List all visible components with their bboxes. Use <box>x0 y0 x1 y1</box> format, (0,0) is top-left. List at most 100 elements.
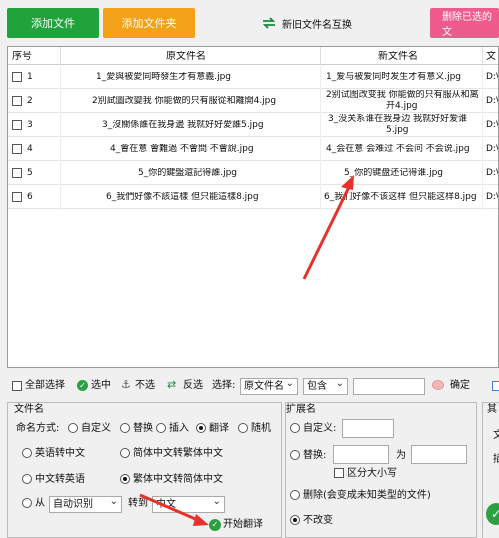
other-item-1[interactable]: 文 <box>493 429 499 443</box>
op-select[interactable]: 包含 <box>303 376 348 395</box>
confirm-icon[interactable] <box>432 380 444 390</box>
filename-panel-title: 文件名 <box>14 404 44 415</box>
filename-panel: 文件名 命名方式: 自定义 替换 插入 翻译 随机 英语转中文 简体中文转繁体中… <box>7 402 282 538</box>
row-checkbox[interactable] <box>12 72 22 82</box>
confirm-button[interactable]: 确定 <box>450 379 470 393</box>
add-folder-label: 添加文件夹 <box>121 17 177 30</box>
table-row[interactable]: 4 4_會在意 會難過 不會問 不會說.jpg 4_会在意 会难过 不会问 不会… <box>8 137 499 161</box>
table-row[interactable]: 6 6_我們好像不該這樣 但只能這樣8.jpg 6_我们好像不该这样 但只能这样… <box>8 185 499 209</box>
opt-from[interactable]: 从 <box>22 497 45 511</box>
delete-selected-button[interactable]: 删除已选的文 <box>430 8 499 38</box>
start-icon[interactable]: ✓ <box>209 519 221 531</box>
mode-replace[interactable]: 替换 <box>120 422 153 436</box>
run-icon[interactable]: ✓ <box>486 503 499 525</box>
opt-trad-to-simp-radio[interactable] <box>120 474 130 484</box>
mode-custom-radio[interactable] <box>68 423 78 433</box>
row-checkbox[interactable] <box>12 144 22 154</box>
ext-replace[interactable]: 替换: <box>290 449 326 463</box>
ext-unchanged[interactable]: 不改变 <box>290 514 333 528</box>
header-path: 文 <box>486 51 496 62</box>
filter-input[interactable] <box>353 378 425 395</box>
add-file-button[interactable]: 添加文件 <box>7 8 99 38</box>
start-translate-button[interactable]: 开始翻译 <box>223 518 263 532</box>
row-num: 1 <box>27 72 33 82</box>
mode-custom[interactable]: 自定义 <box>68 422 111 436</box>
row-new: 2别试图改变我 你能做的只有服从和离 <box>326 90 479 100</box>
select-all-checkbox[interactable] <box>12 381 22 391</box>
mode-translate[interactable]: 翻译 <box>196 422 229 436</box>
row-new-line2: 5.jpg <box>386 125 409 135</box>
other-item-2[interactable]: 插 <box>493 453 499 467</box>
mode-insert[interactable]: 插入 <box>156 422 189 436</box>
ext-custom[interactable]: 自定义: <box>290 422 336 436</box>
table-row[interactable]: 2 2別試圖改變我 你能做的只有服從和離開4.jpg 2别试图改变我 你能做的只… <box>8 89 498 113</box>
select-all-label[interactable]: 全部选择 <box>25 379 65 393</box>
mode-replace-radio[interactable] <box>120 423 130 433</box>
field-select[interactable]: 原文件名 <box>240 376 298 395</box>
anchor-icon[interactable]: ⚓ <box>121 378 131 391</box>
row-new: 5_你的键盘还记得谁.jpg <box>344 168 444 178</box>
invert-icon[interactable]: ⇄ <box>167 378 176 391</box>
add-folder-button[interactable]: 添加文件夹 <box>103 8 195 38</box>
row-checkbox[interactable] <box>12 96 22 106</box>
row-original: 1_愛與被愛同時發生才有意義.jpg <box>96 72 232 82</box>
row-checkbox[interactable] <box>12 192 22 202</box>
to-language-select[interactable]: 中文 <box>152 494 225 513</box>
header-num: 序号 <box>12 51 32 62</box>
mode-insert-radio[interactable] <box>156 423 166 433</box>
row-path: D:\ <box>486 72 499 82</box>
ext-case-checkbox[interactable] <box>334 468 344 478</box>
row-num: 3 <box>27 120 33 130</box>
table-row[interactable]: 5 5_你的鍵盤還記得誰.jpg 5_你的键盘还记得谁.jpg D:\ <box>8 161 499 185</box>
header-new: 新文件名 <box>378 51 418 62</box>
from-language-select[interactable]: 自动识别 <box>49 494 122 513</box>
row-path: D:\ <box>486 168 499 178</box>
row-new: 1_爱与被爱同时发生才有意义.jpg <box>326 72 462 82</box>
mode-random-radio[interactable] <box>238 423 248 433</box>
opt-en-to-zh[interactable]: 英语转中文 <box>22 447 85 461</box>
opt-en-to-zh-radio[interactable] <box>22 448 32 458</box>
row-path: D:\ <box>486 144 499 154</box>
check-button[interactable]: 选中 <box>91 379 111 393</box>
opt-trad-to-simp[interactable]: 繁体中文转简体中文 <box>120 473 223 487</box>
row-checkbox[interactable] <box>12 168 22 178</box>
ext-replace-radio[interactable] <box>290 450 300 460</box>
ext-unchanged-radio[interactable] <box>290 515 300 525</box>
opt-simp-to-trad[interactable]: 简体中文转繁体中文 <box>120 447 223 461</box>
row-original: 2別試圖改變我 你能做的只有服從和離開4.jpg <box>92 96 277 106</box>
select-label: 选择: <box>212 380 236 391</box>
header-original: 原文件名 <box>166 51 206 62</box>
mode-random[interactable]: 随机 <box>238 422 271 436</box>
ext-panel-title: 扩展名 <box>286 404 316 415</box>
row-original: 4_會在意 會難過 不會問 不會說.jpg <box>110 144 254 154</box>
opt-from-radio[interactable] <box>22 498 32 508</box>
check-icon[interactable]: ✓ <box>77 380 88 391</box>
swap-names-button[interactable]: 新旧文件名互换 <box>262 14 352 32</box>
other-panel: 其 文 插 ✓ <box>482 402 499 538</box>
ext-replace-from-input[interactable] <box>333 445 389 464</box>
ext-custom-input[interactable] <box>342 419 394 438</box>
opt-simp-to-trad-radio[interactable] <box>120 448 130 458</box>
ext-case-sensitive[interactable]: 区分大小写 <box>334 467 397 481</box>
row-num: 6 <box>27 192 33 202</box>
ext-custom-radio[interactable] <box>290 423 300 433</box>
row-num: 2 <box>27 96 33 106</box>
opt-zh-to-en[interactable]: 中文转英语 <box>22 473 85 487</box>
to-label: 转到 <box>128 498 148 509</box>
opt-zh-to-en-radio[interactable] <box>22 474 32 484</box>
row-num: 4 <box>27 144 33 154</box>
swap-icon <box>262 17 276 29</box>
row-path: D:\ <box>486 192 499 202</box>
mode-translate-radio[interactable] <box>196 423 206 433</box>
ext-replace-to-input[interactable] <box>411 445 467 464</box>
extra-checkbox[interactable] <box>492 381 499 391</box>
row-checkbox[interactable] <box>12 120 22 130</box>
invert-button[interactable]: 反选 <box>183 379 203 393</box>
table-row[interactable]: 1 1_愛與被愛同時發生才有意義.jpg 1_爱与被爱同时发生才有意义.jpg … <box>8 65 499 89</box>
table-row[interactable]: 3 3_沒關係誰在我身邊 我就好好愛誰5.jpg 3_没关系谁在我身边 我就好好… <box>8 113 498 137</box>
add-file-label: 添加文件 <box>31 17 75 30</box>
swap-names-label: 新旧文件名互换 <box>282 19 352 31</box>
ext-delete-radio[interactable] <box>290 490 300 500</box>
uncheck-button[interactable]: 不选 <box>135 379 155 393</box>
ext-delete[interactable]: 删除(会变成未知类型的文件) <box>290 489 431 503</box>
